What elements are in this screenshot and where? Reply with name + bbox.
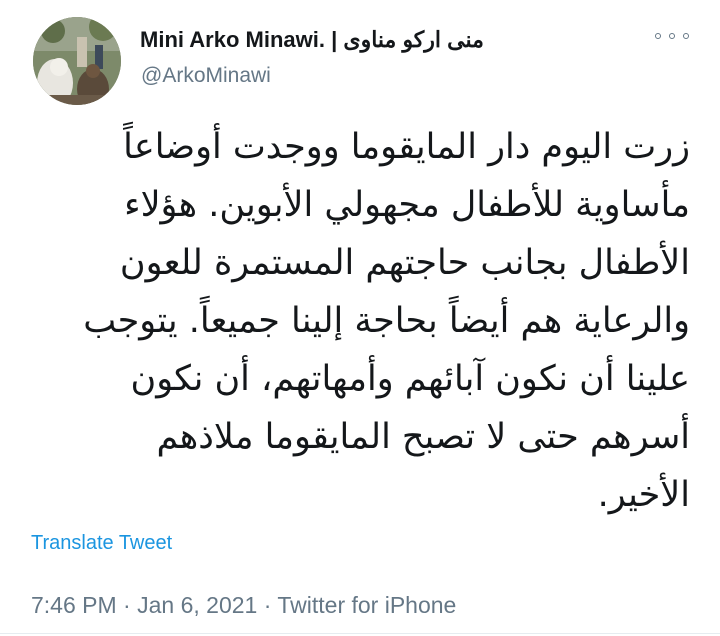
tweet-meta: 7:46 PM · Jan 6, 2021 · Twitter for iPho…: [31, 592, 456, 619]
tweet-line: الأطفال بجانب حاجتهم المستمرة للعون: [119, 243, 690, 283]
translate-tweet-link[interactable]: Translate Tweet: [31, 532, 172, 555]
more-dot: [655, 33, 661, 39]
author-display-name[interactable]: Mini Arko Minawi. | منى اركو مناوى: [140, 27, 484, 53]
tweet-line: والرعاية هم أيضاً بحاجة إلينا جميعاً. يت…: [83, 301, 690, 341]
meta-separator: ·: [123, 592, 131, 618]
author-handle[interactable]: @ArkoMinawi: [141, 64, 271, 88]
avatar-photo: [33, 17, 121, 105]
meta-separator: ·: [263, 592, 272, 618]
tweet-date[interactable]: Jan 6, 2021: [137, 592, 257, 618]
avatar[interactable]: [33, 17, 121, 105]
tweet-text: زرت اليوم دار المايقوما ووجدت أوضاعاً مأ…: [22, 118, 690, 524]
more-dot: [683, 33, 689, 39]
more-dot: [669, 33, 675, 39]
divider: [0, 633, 720, 634]
tweet-line: الأخير.: [597, 475, 690, 515]
more-options-icon[interactable]: [655, 26, 689, 46]
tweet-line: زرت اليوم دار المايقوما ووجدت أوضاعاً: [123, 127, 690, 167]
tweet-line: مأساوية للأطفال مجهولي الأبوين. هؤلاء: [124, 185, 690, 225]
tweet-time[interactable]: 7:46 PM: [31, 592, 117, 618]
tweet-line: علينا أن نكون آبائهم وأمهاتهم، أن نكون: [130, 359, 690, 399]
tweet-line: أسرهم حتى لا تصبح المايقوما ملاذهم: [156, 417, 690, 457]
tweet-source[interactable]: Twitter for iPhone: [277, 592, 456, 618]
